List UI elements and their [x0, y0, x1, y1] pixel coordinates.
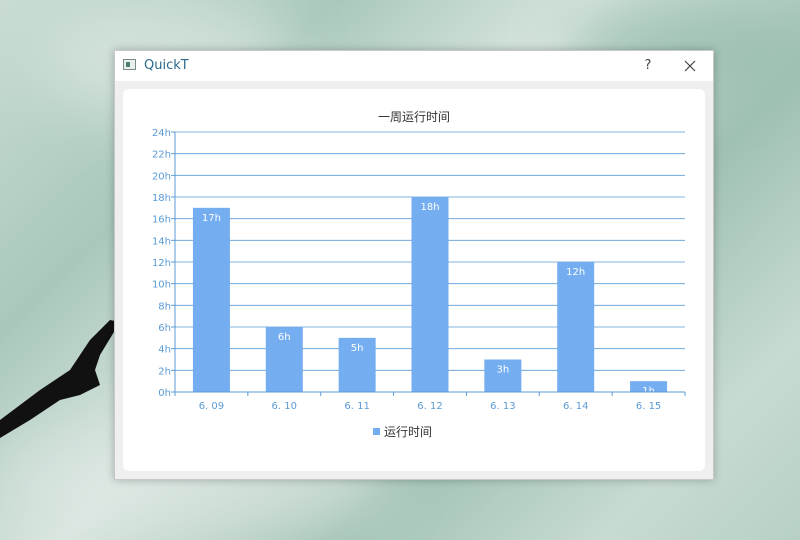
close-button[interactable]	[677, 55, 703, 77]
y-tick-label: 18h	[152, 193, 171, 204]
y-tick-label: 10h	[152, 280, 171, 291]
y-axis: 0h 2h 4h 6h 8h 10h 12h 14h 16h 18h 20h 22h 24h	[152, 128, 176, 399]
x-tick-label: 6. 09	[199, 401, 224, 412]
bar-data-label: 12h	[566, 267, 585, 278]
x-tick-label: 6. 14	[563, 401, 588, 412]
bars: 17h6h5h18h3h12h1h	[192, 197, 668, 397]
x-tick-label: 6. 15	[636, 401, 661, 412]
bar[interactable]	[557, 262, 595, 392]
app-icon	[123, 59, 136, 70]
chart-title: 一周运行时间	[378, 110, 450, 124]
y-tick-label: 6h	[158, 323, 171, 334]
chart-panel: 一周运行时间 0h 2h 4h 6h 8h 10h 12h 14h 16h 18h 20h 22h 24…	[123, 89, 705, 471]
title-bar[interactable]: QuickT ?	[115, 51, 713, 81]
y-tick-label: 24h	[152, 128, 171, 139]
x-tick-label: 6. 13	[490, 401, 515, 412]
bird-silhouette	[0, 320, 120, 438]
help-button[interactable]: ?	[637, 55, 659, 77]
bar-data-label: 6h	[278, 332, 291, 343]
legend-label: 运行时间	[384, 425, 432, 439]
bar-chart: 一周运行时间 0h 2h 4h 6h 8h 10h 12h 14h 16h 18h 20h 22h 24…	[152, 110, 686, 439]
y-tick-label: 0h	[158, 388, 171, 399]
y-tick-label: 12h	[152, 258, 171, 269]
bar-data-label: 3h	[497, 365, 510, 376]
app-window: QuickT ? 一周运行时间 0h 2h 4h 6h 8h 10h 12h 14h 16h 18…	[114, 50, 714, 480]
bar-data-label: 18h	[420, 202, 439, 213]
legend-swatch	[373, 428, 380, 435]
y-tick-label: 16h	[152, 215, 171, 226]
window-title: QuickT	[144, 58, 189, 73]
x-axis: 6. 09 6. 10 6. 11 6. 12 6. 13 6. 14 6. 15	[174, 391, 686, 412]
y-tick-label: 22h	[152, 150, 171, 161]
bar-data-label: 5h	[351, 343, 364, 354]
y-tick-label: 8h	[158, 301, 171, 312]
legend[interactable]: 运行时间	[373, 425, 432, 439]
y-tick-label: 4h	[158, 345, 171, 356]
x-tick-label: 6. 11	[344, 401, 369, 412]
close-icon	[684, 60, 696, 72]
bar[interactable]	[192, 207, 230, 392]
x-tick-label: 6. 10	[272, 401, 297, 412]
bar[interactable]	[411, 197, 449, 392]
y-tick-label: 14h	[152, 236, 171, 247]
bar-data-label: 17h	[202, 213, 221, 224]
y-tick-label: 20h	[152, 171, 171, 182]
x-tick-label: 6. 12	[417, 401, 442, 412]
y-tick-label: 2h	[158, 366, 171, 377]
